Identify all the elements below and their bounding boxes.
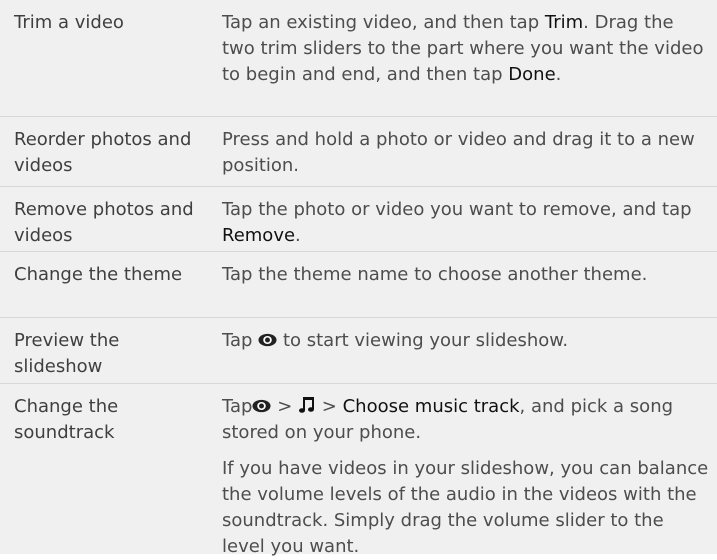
- desc-text: Tap: [222, 396, 253, 417]
- done-label: Done: [508, 64, 556, 85]
- desc-text: .: [555, 64, 562, 85]
- task-remove: Remove photos and videos: [14, 199, 194, 246]
- desc-change-theme: Tap the theme name to choose another the…: [222, 264, 648, 285]
- desc-text: to start viewing your slideshow.: [282, 330, 569, 351]
- desc-text: Tap the photo or video you want to remov…: [222, 199, 692, 220]
- desc-text: >: [277, 396, 293, 417]
- desc-text: Tap an existing video, and then tap: [222, 12, 545, 33]
- desc-reorder: Press and hold a photo or video and drag…: [222, 129, 695, 176]
- table-row: Reorder photos and videos Press and hold…: [0, 117, 717, 187]
- slideshow-help-table: Trim a video Tap an existing video, and …: [0, 0, 717, 557]
- table-row: Change the soundtrack Tap > > Choose mus…: [0, 384, 717, 557]
- eye-icon: [252, 399, 272, 413]
- soundtrack-step: Tap > > Choose music track, and pick a s…: [222, 394, 710, 446]
- table-row: Preview the slideshow Tap to start viewi…: [0, 318, 717, 384]
- desc-text: .: [295, 225, 301, 246]
- task-change-theme: Change the theme: [14, 264, 183, 285]
- table-row: Remove photos and videos Tap the photo o…: [0, 187, 717, 252]
- table-row: Trim a video Tap an existing video, and …: [0, 0, 717, 117]
- desc-trim-video: Tap an existing video, and then tap Trim…: [222, 10, 710, 88]
- desc-text: >: [321, 396, 337, 417]
- soundtrack-note: If you have videos in your slideshow, yo…: [222, 458, 709, 557]
- choose-music-track-label: Choose music track: [342, 396, 520, 417]
- table-row: Change the theme Tap the theme name to c…: [0, 252, 717, 318]
- desc-text: Tap: [222, 330, 259, 351]
- task-trim-video: Trim a video: [14, 12, 124, 33]
- desc-remove: Tap the photo or video you want to remov…: [222, 197, 710, 249]
- desc-preview: Tap to start viewing your slideshow.: [222, 328, 710, 354]
- desc-change-soundtrack: Tap > > Choose music track, and pick a s…: [222, 394, 710, 560]
- task-reorder: Reorder photos and videos: [14, 129, 192, 176]
- task-change-soundtrack: Change the soundtrack: [14, 396, 119, 443]
- trim-label: Trim: [544, 12, 584, 33]
- eye-icon: [258, 333, 277, 347]
- music-note-icon: [299, 397, 315, 413]
- remove-label: Remove: [222, 225, 296, 246]
- task-preview: Preview the slideshow: [14, 330, 120, 377]
